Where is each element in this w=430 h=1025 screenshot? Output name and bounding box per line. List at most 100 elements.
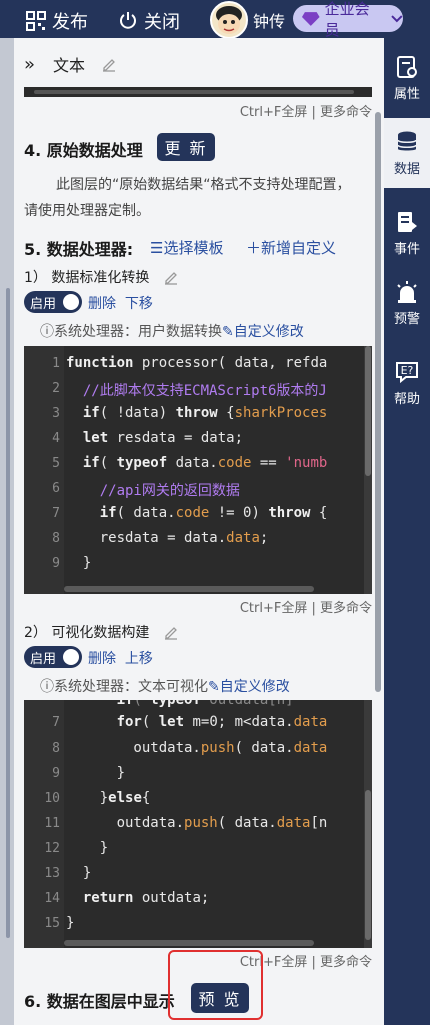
publish-button[interactable]: 发布 [26,8,88,34]
panel-header: » 文本 [24,52,117,76]
close-label: 关闭 [144,12,180,33]
sidebar-item-alerts[interactable]: 预警 [384,268,430,338]
edit-icon[interactable] [101,56,117,72]
code-line: } [66,555,92,571]
code-line: if( !data) throw {sharkProces [82,405,328,421]
section-4-title: 4. 原始数据处理 [24,141,143,160]
right-sidebar: 属性 数据 事件 预警 E? 帮助 [384,38,430,1025]
code-line: } [66,840,109,856]
avatar[interactable] [210,1,248,39]
code-editor-2[interactable]: if( typeof outdata[n] 7 8 9 10 11 12 13 … [24,700,372,948]
line-number: 15 [44,916,60,931]
member-label: 企业会员 [324,0,370,39]
toggle-label: 启用 [30,651,57,667]
panel-title: 文本 [53,56,86,75]
processor-1-info-text: ⓘ系统处理器：用户数据转换 [40,324,222,340]
top-bar: 发布 关闭 钟传 企业会员 [0,0,430,39]
code-line: } [66,865,92,881]
processor-1-actions: 删除 下移 [88,293,153,313]
processor-2-toggle[interactable]: 启用 [24,646,82,668]
code-line: if( typeof data.code == 'numb [82,455,328,471]
update-button[interactable]: 更 新 [157,133,215,161]
alarm-icon [397,280,417,303]
code-line: }else{ [66,790,151,806]
svg-text:E?: E? [401,364,414,377]
left-edge-scrollbar[interactable] [0,38,14,1025]
line-number: 13 [44,866,60,881]
select-template-link[interactable]: ☰选择模板 [150,237,223,258]
custom-edit-link[interactable]: ✎自定义修改 [222,321,304,341]
properties-icon [397,55,417,78]
line-number: 4 [52,431,60,446]
vertical-scrollbar[interactable] [364,700,372,948]
sidebar-item-events[interactable]: 事件 [384,198,430,268]
editor-hint-1: Ctrl+F全屏 | 更多命令 [239,105,372,120]
power-icon [120,12,136,29]
add-custom-link[interactable]: ＋新增自定义 [246,237,336,258]
processor-1-toggle[interactable]: 启用 [24,291,82,313]
expand-icon[interactable]: » [24,54,35,75]
processor-2-title: 2） 可视化数据构建 [24,622,179,642]
code-line: outdata.push( data.data [66,740,328,756]
line-number: 3 [52,406,60,421]
line-number: 6 [52,481,60,496]
publish-icon [26,11,46,31]
code-editor-top-edge [24,87,372,97]
section-5-title: 5. 数据处理器: [24,240,134,259]
sidebar-item-label: 事件 [393,241,420,257]
vertical-scrollbar[interactable] [364,346,372,594]
sidebar-item-label: 预警 [393,311,420,327]
code-line: } [66,915,75,931]
code-editor-1[interactable]: 1 2 3 4 5 6 7 8 9 function processor( da… [24,346,372,594]
processor-2-name: 2） 可视化数据构建 [24,625,150,641]
move-up-link[interactable]: 上移 [125,651,153,667]
edit-icon[interactable] [163,624,179,640]
section-6-title: 6. 数据在图层中显示 [24,992,175,1011]
code-line: for( let m=0; m<data.data [116,714,328,730]
sidebar-item-label: 属性 [393,86,420,102]
diamond-icon [301,11,320,26]
line-number: 2 [52,381,60,396]
toggle-label: 启用 [30,296,57,312]
panel-scrollbar[interactable] [375,112,381,692]
processor-1-title: 1） 数据标准化转换 [24,267,179,287]
member-badge[interactable]: 企业会员 [293,0,403,39]
line-number: 1 [52,356,60,371]
horizontal-scrollbar[interactable] [64,940,314,946]
horizontal-scrollbar[interactable] [64,586,314,592]
line-number: 9 [52,766,60,781]
sidebar-item-data[interactable]: 数据 [384,118,430,188]
line-number: 11 [44,816,60,831]
code-line: outdata.push( data.data[n [66,815,328,831]
sidebar-item-label: 帮助 [393,391,420,407]
processor-2-info: ⓘ系统处理器：文本可视化 ✎自定义修改 [40,676,290,696]
processor-2-info-text: ⓘ系统处理器：文本可视化 [40,679,208,695]
processor-1-name: 1） 数据标准化转换 [24,270,150,286]
line-number: 7 [52,715,60,730]
line-number: 5 [52,456,60,471]
close-button[interactable]: 关闭 [118,8,180,34]
code-line: function processor( data, refda [66,355,328,371]
delete-link[interactable]: 删除 [88,296,116,312]
code-line: resdata = data.data; [66,530,269,546]
move-down-link[interactable]: 下移 [125,296,153,312]
sidebar-item-properties[interactable]: 属性 [384,43,430,113]
sidebar-item-label: 数据 [393,161,420,177]
code-line: } [66,765,126,781]
line-number: 7 [52,506,60,521]
line-number: 10 [44,791,60,806]
delete-link[interactable]: 删除 [88,651,116,667]
events-icon [398,211,417,232]
chevron-down-icon [391,14,403,22]
highlight-box [168,950,263,1020]
code-line: let resdata = data; [82,430,244,446]
line-number: 14 [44,891,60,906]
processor-1-info: ⓘ系统处理器：用户数据转换 ✎自定义修改 [40,321,304,341]
custom-edit-link[interactable]: ✎自定义修改 [208,676,290,696]
editor-hint-2: Ctrl+F全屏 | 更多命令 [239,601,372,616]
sidebar-item-help[interactable]: E? 帮助 [384,348,430,418]
processor-2-actions: 删除 上移 [88,648,153,668]
code-line: return outdata; [82,890,210,906]
edit-icon[interactable] [163,269,179,285]
line-number: 9 [52,556,60,571]
